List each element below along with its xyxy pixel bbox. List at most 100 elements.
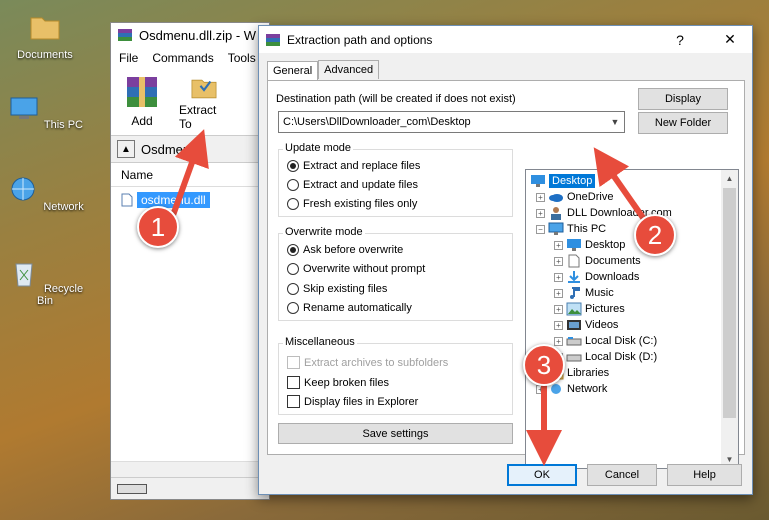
address-path[interactable]: Osdmenu. — [141, 142, 201, 157]
tree-item-this-pc[interactable]: − This PC — [536, 221, 606, 237]
radio-dot — [287, 160, 299, 172]
tree-item-music[interactable]: + Music — [554, 285, 614, 301]
tree-item-desktop[interactable]: Desktop — [530, 173, 596, 189]
dialog-title: Extraction path and options — [287, 32, 433, 47]
tab-advanced[interactable]: Advanced — [318, 60, 380, 79]
chevron-down-icon[interactable]: ▼ — [606, 112, 624, 132]
desktop-icon — [531, 175, 545, 187]
folder-icon — [30, 17, 60, 40]
checkbox-label: Keep broken files — [304, 376, 389, 389]
checkbox — [287, 395, 300, 408]
desktop-icon-documents[interactable]: Documents — [5, 10, 85, 61]
step-marker-1: 1 — [137, 206, 179, 248]
radio-ask-overwrite[interactable]: Ask before overwrite — [287, 244, 403, 256]
expand-icon[interactable]: + — [554, 304, 563, 314]
tree-scrollbar[interactable]: ▲ ▼ — [721, 170, 738, 468]
desktop-icon-this-pc[interactable]: This PC — [5, 92, 85, 131]
radio-dot — [287, 244, 299, 256]
check-extract-subfolders[interactable]: Extract archives to subfolders — [287, 356, 448, 369]
expand-icon[interactable]: + — [554, 240, 563, 250]
radio-skip-existing[interactable]: Skip existing files — [287, 283, 387, 295]
scroll-up-icon[interactable]: ▲ — [721, 170, 738, 187]
radio-label: Overwrite without prompt — [303, 263, 426, 275]
extraction-dialog: Extraction path and options ? ✕ General … — [258, 25, 753, 495]
expand-icon[interactable]: + — [536, 208, 545, 218]
tree-item-local-disk-c[interactable]: + Local Disk (C:) — [554, 333, 657, 349]
winrar-titlebar[interactable]: Osdmenu.dll.zip - W — [111, 23, 269, 47]
tree-item-videos[interactable]: + Videos — [554, 317, 618, 333]
tree-item-documents[interactable]: + Documents — [554, 253, 641, 269]
desktop-icon-label: This PC — [43, 119, 83, 131]
downloads-icon — [568, 271, 580, 283]
menu-file[interactable]: File — [119, 51, 138, 65]
recycle-bin-icon — [15, 263, 33, 287]
videos-icon — [567, 320, 581, 330]
desktop-icon-network[interactable]: Network — [5, 174, 85, 213]
check-display-explorer[interactable]: Display files in Explorer — [287, 395, 418, 408]
column-header-name[interactable]: Name — [111, 163, 269, 187]
tree-item-local-disk-d[interactable]: + Local Disk (D:) — [554, 349, 657, 365]
desktop-icon-label: Documents — [17, 49, 73, 61]
radio-dot — [287, 302, 299, 314]
check-keep-broken[interactable]: Keep broken files — [287, 376, 389, 389]
update-mode-title: Update mode — [283, 142, 354, 154]
desktop-icon — [567, 239, 581, 251]
extract-to-icon — [191, 79, 217, 99]
menu-commands[interactable]: Commands — [152, 51, 213, 65]
radio-dot — [287, 179, 299, 191]
destination-path-combo[interactable]: C:\Users\DllDownloader_com\Desktop ▼ — [278, 111, 625, 133]
up-folder-icon[interactable]: ▲ — [117, 140, 135, 158]
radio-extract-replace[interactable]: Extract and replace files — [287, 160, 420, 172]
radio-label: Extract and replace files — [303, 160, 421, 172]
expand-icon[interactable]: + — [554, 336, 563, 346]
help-title-button[interactable]: ? — [658, 26, 702, 53]
tree-item-label: OneDrive — [567, 191, 614, 203]
tree-item-label: Music — [585, 287, 614, 299]
expand-icon[interactable]: + — [554, 320, 563, 330]
tree-item-pc-desktop[interactable]: + Desktop — [554, 237, 625, 253]
computer-icon — [10, 97, 38, 119]
folder-tree[interactable]: Desktop + OneDrive + DLL Downloader.com … — [525, 169, 739, 469]
add-button[interactable]: Add — [117, 73, 167, 131]
expand-icon[interactable]: + — [554, 288, 563, 298]
horizontal-scrollbar[interactable] — [111, 461, 269, 477]
tree-item-onedrive[interactable]: + OneDrive — [536, 189, 613, 205]
radio-overwrite-without-prompt[interactable]: Overwrite without prompt — [287, 263, 425, 275]
step-marker-3: 3 — [523, 344, 565, 386]
tab-general[interactable]: General — [267, 61, 319, 80]
tree-item-pictures[interactable]: + Pictures — [554, 301, 625, 317]
expand-icon[interactable]: + — [554, 272, 563, 282]
cancel-button[interactable]: Cancel — [587, 464, 657, 486]
close-icon[interactable]: ✕ — [708, 26, 752, 53]
collapse-icon[interactable]: − — [536, 224, 545, 234]
misc-group: Miscellaneous Extract archives to subfol… — [278, 336, 513, 415]
radio-label: Rename automatically — [303, 302, 412, 314]
tree-item-downloads[interactable]: + Downloads — [554, 269, 639, 285]
ok-button[interactable]: OK — [507, 464, 577, 486]
tree-item-label: This PC — [567, 223, 607, 235]
help-button[interactable]: Help — [667, 464, 742, 486]
scroll-thumb[interactable] — [723, 188, 736, 418]
expand-icon[interactable]: + — [554, 256, 563, 266]
dialog-titlebar[interactable]: Extraction path and options ? ✕ — [259, 26, 752, 53]
update-mode-group: Update mode Extract and replace files Ex… — [278, 142, 513, 217]
display-button[interactable]: Display — [638, 88, 728, 110]
extract-to-button[interactable]: Extract To — [179, 73, 229, 131]
dialog-tabs: General Advanced — [267, 60, 380, 80]
desktop-icon-label: Network — [43, 201, 84, 213]
tree-item-label: Downloads — [585, 271, 640, 283]
destination-path-value: C:\Users\DllDownloader_com\Desktop — [283, 116, 471, 128]
network-icon — [11, 177, 35, 201]
tree-item-label: Pictures — [585, 303, 625, 315]
onedrive-icon — [549, 194, 563, 202]
desktop-icon-recycle-bin[interactable]: Recycle Bin — [5, 256, 85, 307]
save-settings-button[interactable]: Save settings — [278, 423, 513, 444]
radio-fresh-existing[interactable]: Fresh existing files only — [287, 198, 417, 210]
new-folder-button[interactable]: New Folder — [638, 112, 728, 134]
list-item[interactable]: osdmenu.dll — [121, 191, 269, 209]
menu-tools[interactable]: Tools — [228, 51, 256, 65]
expand-icon[interactable]: + — [536, 192, 545, 202]
radio-rename-automatically[interactable]: Rename automatically — [287, 302, 412, 314]
winrar-toolbar: Add Extract To — [111, 69, 269, 135]
radio-extract-update[interactable]: Extract and update files — [287, 179, 418, 191]
